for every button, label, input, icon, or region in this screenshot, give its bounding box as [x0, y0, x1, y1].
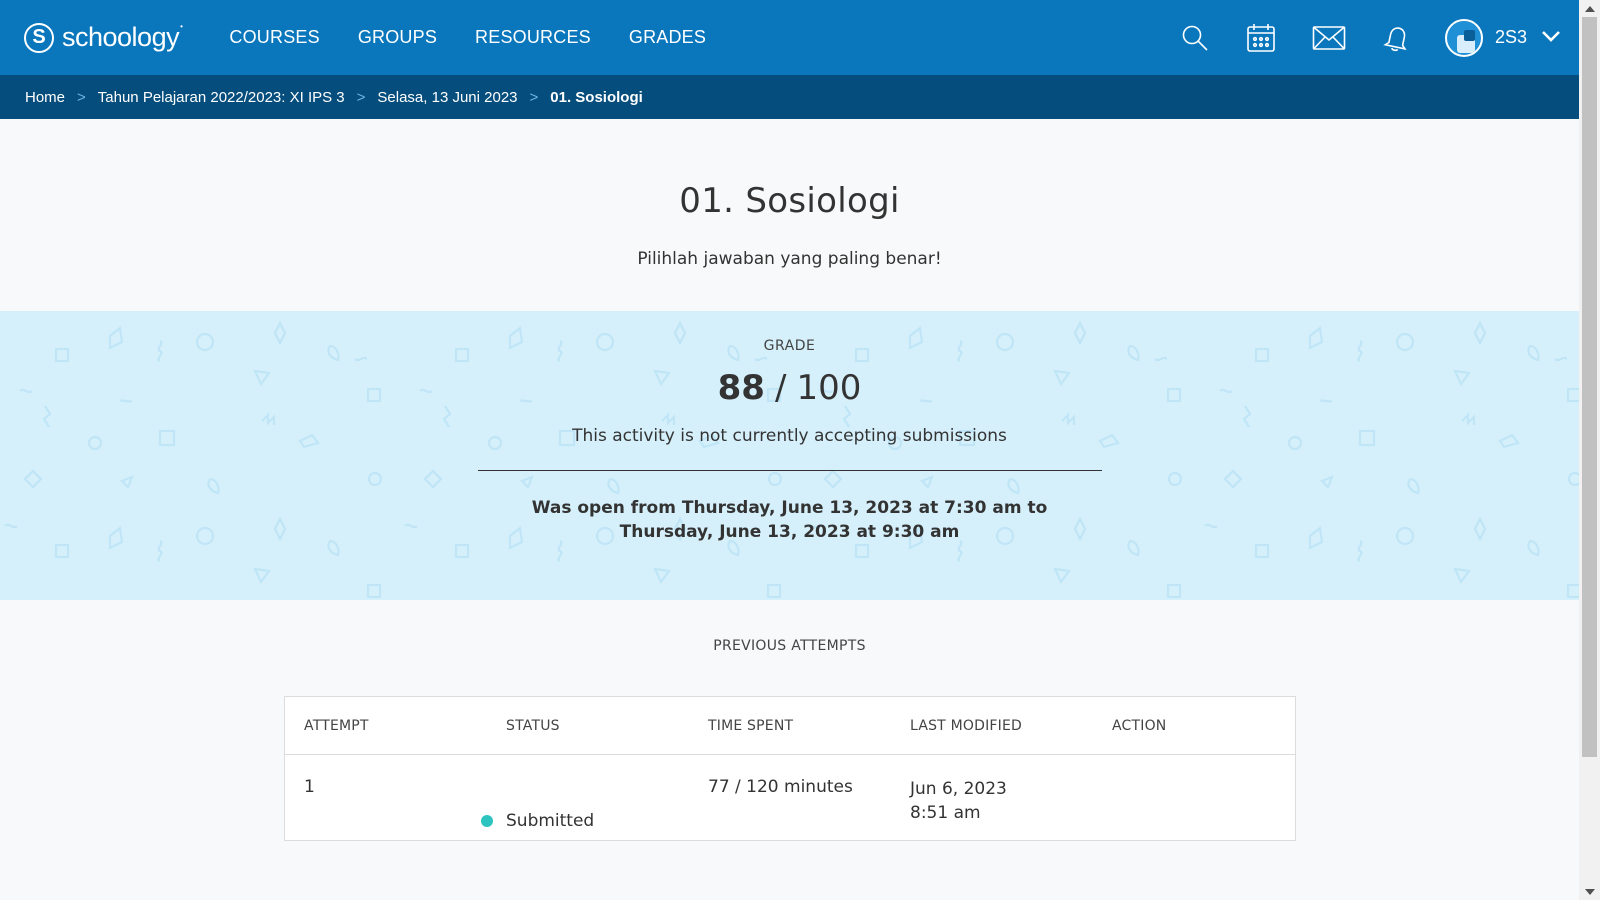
- assessment-header: 01. Sosiologi Pilihlah jawaban yang pali…: [0, 119, 1579, 311]
- user-menu[interactable]: 2S3: [1444, 18, 1579, 57]
- status-dot-icon: [481, 815, 493, 827]
- attempts-table: ATTEMPT STATUS TIME SPENT LAST MODIFIED …: [284, 696, 1296, 841]
- breadcrumb-course[interactable]: Tahun Pelajaran 2022/2023: XI IPS 3: [98, 89, 345, 106]
- time-spent: 77 / 120 minutes: [708, 777, 853, 797]
- page: S schoology• COURSES GROUPS RESOURCES GR…: [0, 0, 1579, 900]
- divider: [477, 470, 1102, 471]
- column-header-time-spent: TIME SPENT: [708, 717, 794, 734]
- top-navigation: S schoology• COURSES GROUPS RESOURCES GR…: [0, 0, 1579, 75]
- breadcrumb-separator: >: [77, 88, 86, 106]
- logo-text: schoology: [62, 22, 180, 52]
- calendar-icon[interactable]: [1243, 20, 1279, 56]
- schoology-logo[interactable]: S schoology•: [24, 22, 183, 53]
- instructions: Pilihlah jawaban yang paling benar!: [637, 249, 942, 269]
- last-modified-time: 8:51 am: [910, 803, 981, 823]
- grade-slash: /: [774, 368, 787, 408]
- nav-courses[interactable]: COURSES: [219, 27, 329, 48]
- breadcrumb-separator: >: [529, 88, 539, 106]
- submission-status-note: This activity is not currently accepting…: [572, 426, 1007, 446]
- status-text: Submitted: [506, 811, 595, 831]
- column-header-status: STATUS: [506, 717, 560, 734]
- breadcrumb: Home > Tahun Pelajaran 2022/2023: XI IPS…: [0, 75, 1579, 119]
- nav-links: COURSES GROUPS RESOURCES GRADES: [210, 27, 725, 48]
- search-icon[interactable]: [1177, 20, 1213, 56]
- grade-section: GRADE 88/100 This activity is not curren…: [0, 311, 1579, 600]
- grade-score: 88/100: [0, 368, 1579, 408]
- vertical-scrollbar[interactable]: [1579, 0, 1600, 900]
- availability-window: Was open from Thursday, June 13, 2023 at…: [531, 498, 1048, 542]
- attempt-number: 1: [304, 777, 315, 797]
- mail-icon[interactable]: [1311, 20, 1347, 56]
- nav-grades[interactable]: GRADES: [619, 27, 716, 48]
- column-header-action: ACTION: [1112, 717, 1167, 734]
- previous-attempts-section: PREVIOUS ATTEMPTS: [0, 600, 1579, 654]
- page-title: 01. Sosiologi: [679, 181, 900, 221]
- status-badge: Submitted: [481, 777, 689, 831]
- column-header-last-modified: LAST MODIFIED: [910, 717, 1023, 734]
- table-header: ATTEMPT STATUS TIME SPENT LAST MODIFIED …: [285, 697, 1295, 755]
- user-name: 2S3: [1494, 27, 1527, 47]
- nav-groups[interactable]: GROUPS: [348, 27, 447, 48]
- nav-resources[interactable]: RESOURCES: [465, 27, 601, 48]
- column-header-attempt: ATTEMPT: [304, 717, 369, 734]
- chevron-down-icon[interactable]: [1541, 28, 1561, 47]
- action-cell: [1093, 755, 1293, 841]
- breadcrumb-separator: >: [356, 88, 366, 106]
- scrollbar-thumb[interactable]: [1582, 17, 1597, 757]
- avatar: [1444, 18, 1483, 57]
- scroll-down-arrow-icon[interactable]: [1579, 883, 1600, 900]
- last-modified-date: Jun 6, 2023: [910, 779, 1007, 799]
- grade-label: GRADE: [763, 338, 816, 354]
- nav-right: 2S3: [1177, 0, 1579, 75]
- breadcrumb-current: 01. Sosiologi: [550, 88, 643, 106]
- previous-attempts-label: PREVIOUS ATTEMPTS: [713, 638, 866, 654]
- breadcrumb-home[interactable]: Home: [25, 89, 65, 106]
- scroll-up-arrow-icon[interactable]: [1579, 0, 1600, 17]
- last-modified: Jun 6, 2023 8:51 am: [891, 755, 1093, 841]
- grade-earned: 88: [717, 368, 765, 408]
- logo-mark-icon: S: [24, 22, 54, 53]
- table-row: 1 Submitted 77 / 120 minutes Jun 6, 2023…: [285, 755, 1295, 841]
- grade-total: 100: [796, 368, 862, 408]
- bell-icon[interactable]: [1379, 20, 1415, 56]
- breadcrumb-folder[interactable]: Selasa, 13 Juni 2023: [377, 89, 517, 106]
